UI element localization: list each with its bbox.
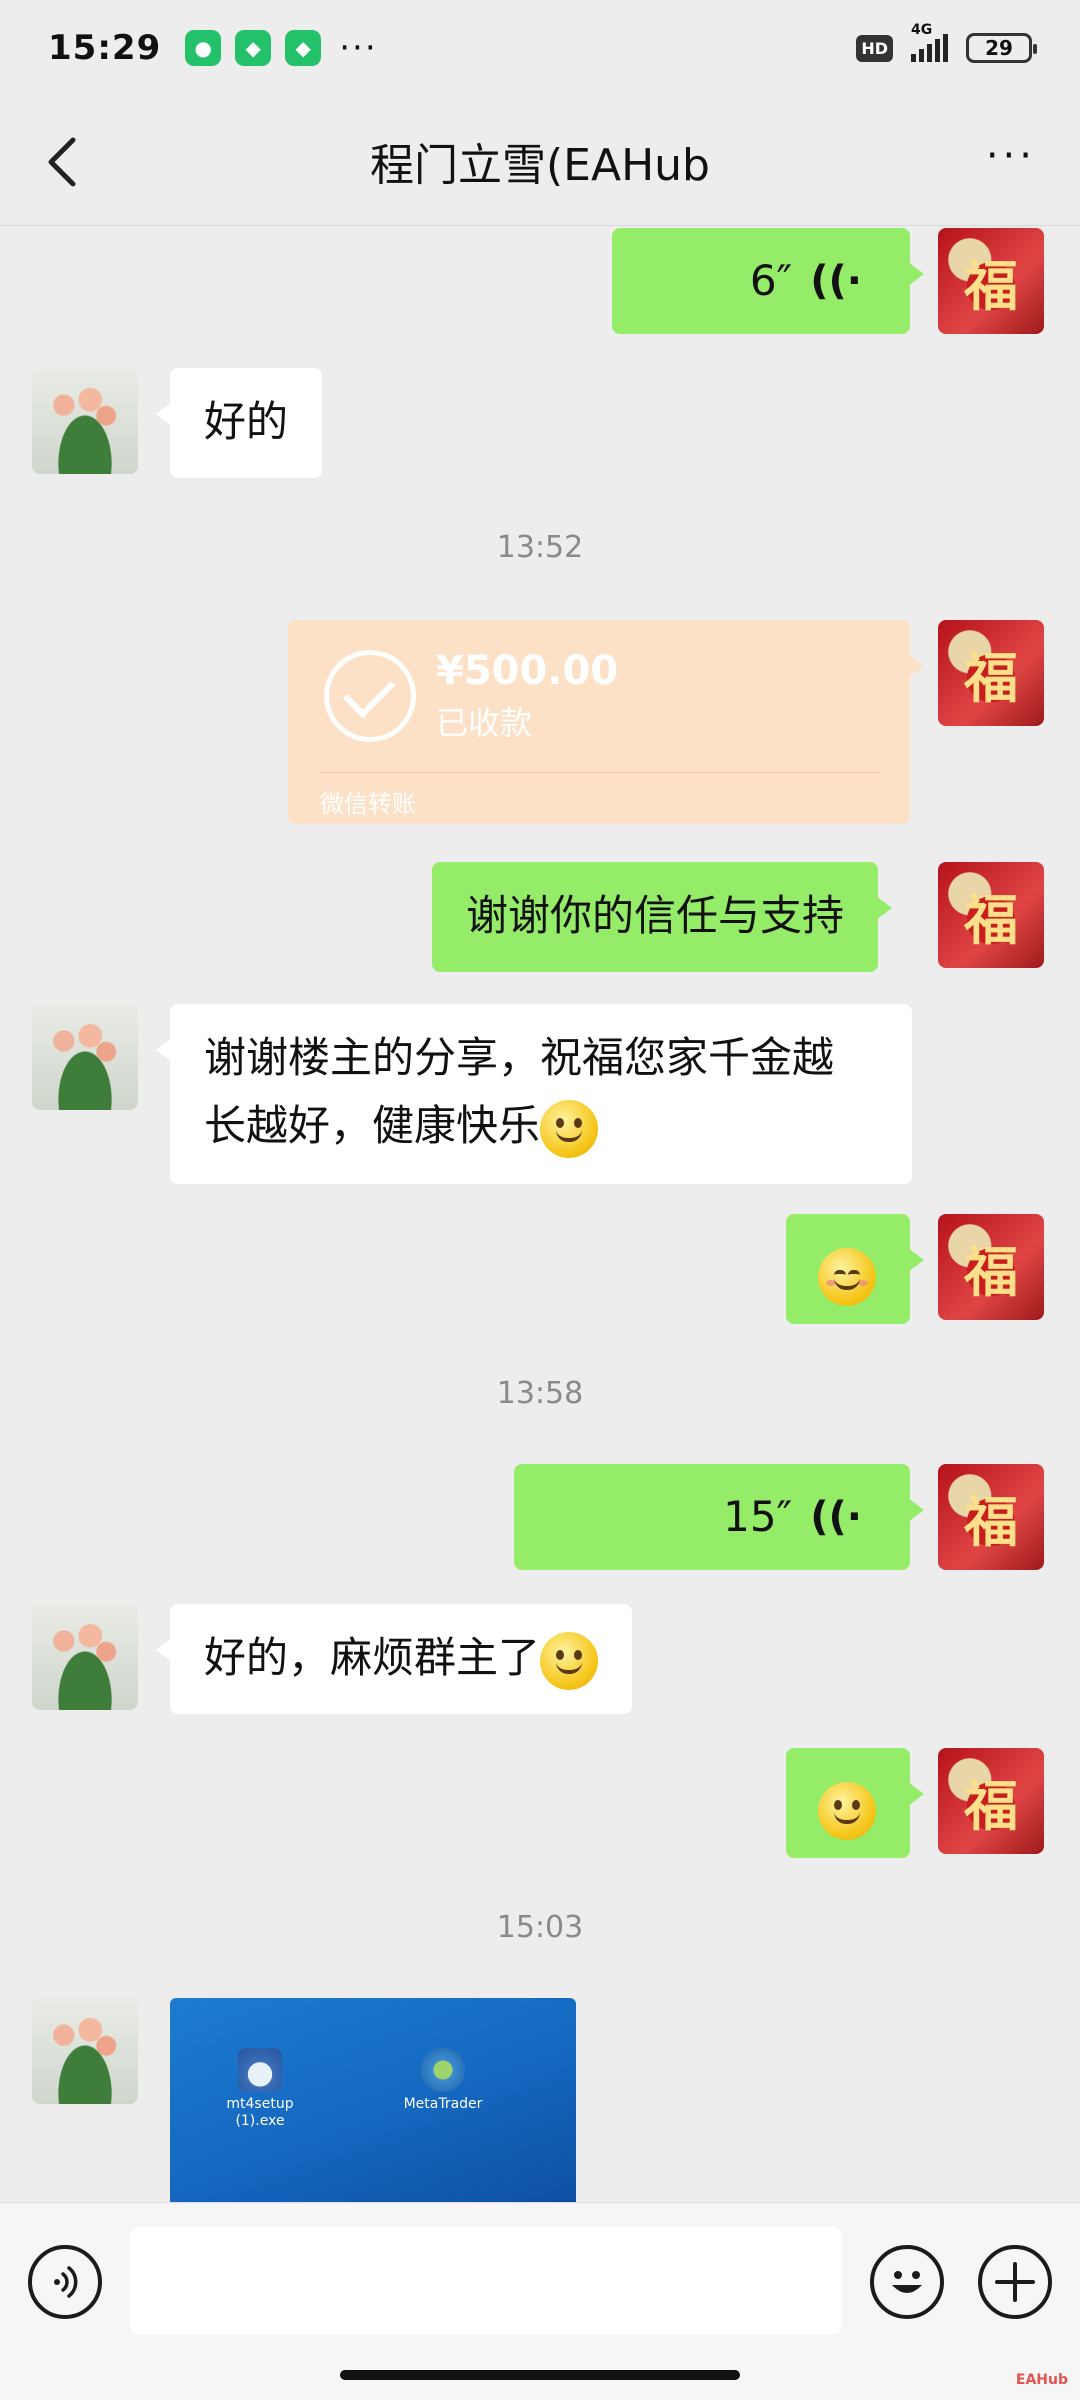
- home-indicator[interactable]: [340, 2370, 740, 2380]
- more-options-button[interactable]: ···: [986, 136, 1036, 176]
- voice-duration: 6″: [749, 256, 793, 305]
- status-bar: 15:29 ● ◆ ◆ ··· HD 4G 29: [0, 0, 1080, 96]
- network-label: 4G: [911, 22, 933, 38]
- message-text: 好的: [204, 397, 289, 446]
- status-right: HD 4G 29: [856, 22, 1037, 63]
- text-message-incoming[interactable]: 好的，麻烦群主了: [155, 1604, 633, 1714]
- voice-input-button[interactable]: [28, 2245, 102, 2319]
- message-input[interactable]: [130, 2227, 842, 2335]
- smile-emoji-icon: [818, 1781, 876, 1840]
- chat-header: 程门立雪(EAHub ···: [0, 96, 1080, 226]
- message-list[interactable]: 6″ ((· 福 好的 13:52 ¥500.00 已收款 微信转账 福 谢谢你…: [0, 226, 1080, 2202]
- contact-avatar[interactable]: [32, 368, 138, 474]
- my-avatar[interactable]: 福: [938, 228, 1044, 334]
- my-avatar[interactable]: 福: [938, 620, 1044, 726]
- chevron-left-icon: [48, 137, 76, 187]
- voice-content: 15″ ((·: [548, 1488, 862, 1546]
- desktop-icon-metatrader: MetaTrader: [396, 2048, 490, 2113]
- my-avatar[interactable]: 福: [938, 862, 1044, 968]
- status-time: 15:29: [48, 28, 162, 68]
- my-avatar[interactable]: 福: [938, 1748, 1044, 1854]
- voice-message-outgoing[interactable]: 6″ ((·: [612, 228, 924, 334]
- text-message-outgoing[interactable]: 谢谢你的信任与支持: [432, 862, 893, 972]
- contact-avatar[interactable]: [32, 1998, 138, 2104]
- message-text-line2-text: 长越好，健康快乐: [204, 1101, 541, 1150]
- shield-notification-icon-2: ◆: [285, 30, 322, 66]
- timestamp: 13:58: [496, 1376, 584, 1411]
- message-text-line2: 长越好，健康快乐: [204, 1092, 878, 1160]
- signal-icon: 4G: [911, 22, 948, 62]
- timestamp: 13:52: [496, 530, 584, 565]
- transfer-card[interactable]: ¥500.00 已收款 微信转账: [288, 620, 924, 824]
- voice-duration: 15″: [723, 1492, 793, 1541]
- voice-wave-icon: ((·: [810, 258, 862, 304]
- transfer-status: 已收款: [436, 704, 533, 742]
- back-button[interactable]: [32, 132, 92, 192]
- contact-avatar[interactable]: [32, 1004, 138, 1110]
- watermark: EAHub: [1015, 2372, 1068, 2388]
- message-text-line1: 谢谢楼主的分享，祝福您家千金越: [204, 1033, 835, 1082]
- my-avatar[interactable]: 福: [938, 1214, 1044, 1320]
- status-app-icons: ● ◆ ◆: [185, 30, 322, 66]
- emoji-message-outgoing[interactable]: [786, 1214, 924, 1324]
- blush-emoji-icon: [818, 1247, 876, 1306]
- check-circle-icon: [324, 650, 416, 742]
- battery-icon: 29: [966, 33, 1037, 63]
- message-text: 好的，麻烦群主了: [204, 1633, 541, 1682]
- chat-title: 程门立雪(EAHub: [370, 139, 710, 191]
- desktop-icon-mt4setup: mt4setup (1).exe: [220, 2048, 300, 2130]
- desktop-icon-label: MetaTrader: [403, 2096, 483, 2112]
- desktop-icon-label: mt4setup (1).exe: [226, 2096, 294, 2129]
- wechat-notification-icon: ●: [185, 30, 222, 66]
- status-more-icon: ···: [339, 28, 378, 68]
- voice-wave-icon: ((·: [810, 1494, 862, 1540]
- plus-button[interactable]: [978, 2245, 1052, 2319]
- transfer-source: 微信转账: [320, 790, 416, 818]
- emoji-message-outgoing[interactable]: [786, 1748, 924, 1858]
- text-message-incoming[interactable]: 谢谢楼主的分享，祝福您家千金越 长越好，健康快乐: [156, 1004, 912, 1184]
- plus-icon: [995, 2262, 1035, 2302]
- shield-notification-icon: ◆: [235, 30, 272, 66]
- image-message-incoming[interactable]: mt4setup (1).exe MetaTrader: [170, 1998, 576, 2202]
- transfer-amount: ¥500.00: [436, 648, 619, 694]
- message-text: 谢谢你的信任与支持: [466, 891, 845, 940]
- metatrader-icon: [421, 2048, 465, 2092]
- timestamp: 15:03: [496, 1910, 584, 1945]
- voice-message-outgoing[interactable]: 15″ ((·: [514, 1464, 924, 1570]
- installer-icon: [238, 2048, 282, 2092]
- smile-emoji-icon: [540, 1631, 599, 1690]
- hd-badge: HD: [856, 34, 893, 62]
- my-avatar[interactable]: 福: [938, 1464, 1044, 1570]
- text-message-incoming[interactable]: 好的: [155, 368, 323, 478]
- contact-avatar[interactable]: [32, 1604, 138, 1710]
- emoji-icon: [892, 2271, 922, 2293]
- transfer-divider: [318, 772, 880, 773]
- emoji-button[interactable]: [870, 2245, 944, 2319]
- smile-emoji-icon: [540, 1099, 599, 1158]
- voice-content: 6″ ((·: [646, 252, 862, 310]
- voice-icon: [54, 2266, 78, 2298]
